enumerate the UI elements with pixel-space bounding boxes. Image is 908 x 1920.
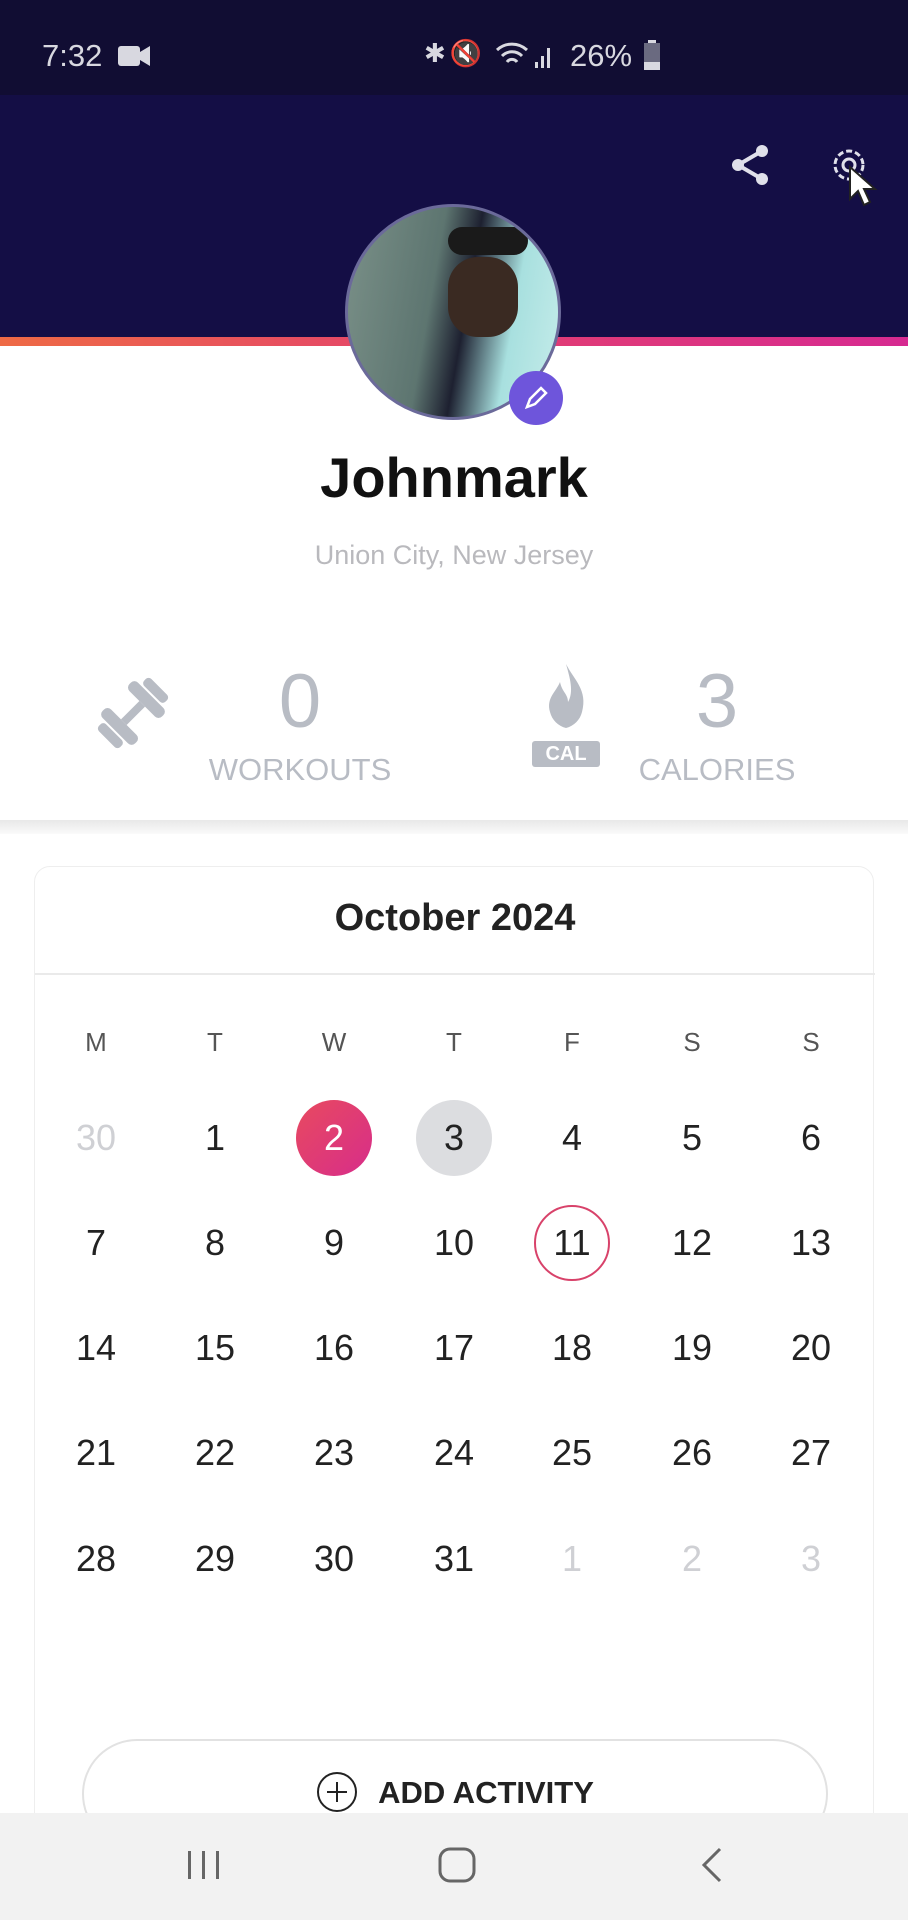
avatar-beard xyxy=(448,257,518,337)
profile-location: Union City, New Jersey xyxy=(314,540,594,570)
home-icon[interactable] xyxy=(438,1847,476,1883)
weekday-label: W xyxy=(321,1027,347,1057)
wifi-signal-icon xyxy=(495,42,550,68)
calendar-day[interactable]: 8 xyxy=(177,1205,253,1281)
calendar-day[interactable]: 1 xyxy=(177,1100,253,1176)
calendar-day[interactable]: 22 xyxy=(177,1415,253,1491)
weekday-label: M xyxy=(85,1027,107,1057)
profile-name: Johnmark xyxy=(320,446,588,509)
weekday-label: S xyxy=(683,1027,701,1057)
calendar-day[interactable]: 20 xyxy=(773,1310,849,1386)
status-icons: ✱🔇 xyxy=(424,38,487,68)
weekday-label: T xyxy=(207,1027,223,1057)
calendar-day[interactable]: 9 xyxy=(296,1205,372,1281)
battery-percent: 26% xyxy=(570,38,633,73)
calendar-day[interactable]: 21 xyxy=(58,1415,134,1491)
avatar-sunglasses xyxy=(448,227,528,255)
calendar-day[interactable]: 3 xyxy=(773,1521,849,1597)
calendar-day[interactable]: 4 xyxy=(534,1100,610,1176)
calendar-day[interactable]: 19 xyxy=(654,1310,730,1386)
calendar-day[interactable]: 23 xyxy=(296,1415,372,1491)
status-bar: 7:32 ✱🔇 26% xyxy=(0,0,908,95)
weekday-label: S xyxy=(802,1027,820,1057)
plus-circle-icon xyxy=(317,1772,358,1812)
calendar-month-title: October 2024 xyxy=(334,897,576,939)
battery-icon xyxy=(644,40,660,70)
calendar-day[interactable]: 7 xyxy=(58,1205,134,1281)
calendar-day[interactable]: 14 xyxy=(58,1310,134,1386)
calendar-day[interactable]: 24 xyxy=(416,1415,492,1491)
calendar-day[interactable]: 29 xyxy=(177,1521,253,1597)
workouts-value: 0 xyxy=(278,659,322,744)
dumbbell-icon xyxy=(90,670,176,761)
calories-value: 3 xyxy=(695,659,739,744)
add-activity-label: ADD ACTIVITY xyxy=(378,1775,594,1810)
calendar-day[interactable]: 12 xyxy=(654,1205,730,1281)
calendar-day[interactable]: 30 xyxy=(296,1521,372,1597)
calendar-day[interactable]: 15 xyxy=(177,1310,253,1386)
calendar-day[interactable]: 18 xyxy=(534,1310,610,1386)
calendar-day[interactable]: 16 xyxy=(296,1310,372,1386)
calendar-day[interactable]: 6 xyxy=(773,1100,849,1176)
status-time: 7:32 xyxy=(42,38,103,73)
weekday-label: T xyxy=(446,1027,462,1057)
calendar-day[interactable]: 27 xyxy=(773,1415,849,1491)
calendar-day[interactable]: 17 xyxy=(416,1310,492,1386)
system-nav-bar xyxy=(0,1813,908,1920)
calendar-day[interactable]: 5 xyxy=(654,1100,730,1176)
calendar-day[interactable]: 26 xyxy=(654,1415,730,1491)
share-icon[interactable] xyxy=(728,143,772,187)
section-divider xyxy=(0,820,908,834)
back-icon[interactable] xyxy=(700,1847,724,1883)
weekday-label: F xyxy=(564,1027,580,1057)
edit-avatar-button[interactable] xyxy=(509,371,563,425)
calendar-day[interactable]: 3 xyxy=(416,1100,492,1176)
workouts-label: WORKOUTS xyxy=(208,752,392,787)
calendar-day[interactable]: 1 xyxy=(534,1521,610,1597)
cursor-icon xyxy=(849,165,878,207)
cal-badge-text: CAL xyxy=(532,741,600,767)
calendar-day[interactable]: 31 xyxy=(416,1521,492,1597)
calendar-day[interactable]: 13 xyxy=(773,1205,849,1281)
calendar-day[interactable]: 28 xyxy=(58,1521,134,1597)
calendar-day[interactable]: 10 xyxy=(416,1205,492,1281)
recent-apps-icon[interactable] xyxy=(186,1849,222,1881)
calories-label: CALORIES xyxy=(638,752,796,787)
video-camera-icon xyxy=(118,46,150,66)
calendar-day[interactable]: 2 xyxy=(654,1521,730,1597)
pencil-icon xyxy=(524,386,548,410)
calendar-day[interactable]: 2 xyxy=(296,1100,372,1176)
calendar-divider xyxy=(35,973,875,975)
calendar-day[interactable]: 11 xyxy=(534,1205,610,1281)
flame-cal-icon: CAL xyxy=(532,662,600,767)
calendar-day[interactable]: 25 xyxy=(534,1415,610,1491)
calendar-card: October 2024 M T W T F S S 30 1 2 3 4 5 6 7 8 9 10 11 12 13 1… xyxy=(34,866,875,1866)
calendar-day[interactable]: 30 xyxy=(58,1100,134,1176)
